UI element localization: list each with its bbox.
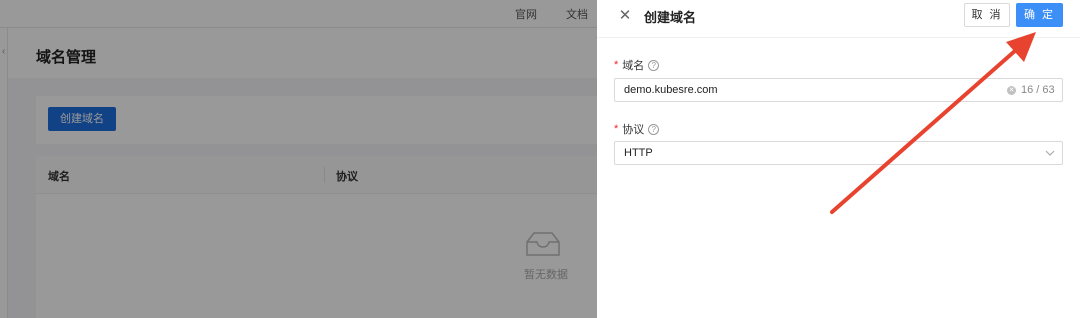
domain-input[interactable]: demo.kubesre.com ✕ 16 / 63	[614, 78, 1063, 102]
protocol-select-value: HTTP	[624, 147, 653, 159]
help-icon[interactable]: ?	[648, 59, 660, 71]
required-mark: *	[614, 123, 619, 135]
cancel-button[interactable]: 取 消	[964, 3, 1010, 27]
protocol-label-text: 协议	[622, 124, 645, 136]
clear-icon[interactable]: ✕	[1007, 86, 1016, 95]
create-domain-drawer: ✕ 创建域名 取 消 确 定 * 域名 ? demo.kubesre.com ✕…	[597, 0, 1080, 318]
domain-input-value: demo.kubesre.com	[624, 84, 718, 96]
close-icon[interactable]: ✕	[617, 8, 633, 24]
drawer-header: ✕ 创建域名 取 消 确 定	[597, 0, 1080, 38]
protocol-field-label: * 协议 ?	[614, 121, 660, 137]
confirm-button[interactable]: 确 定	[1016, 3, 1063, 27]
domain-field-label: * 域名 ?	[614, 57, 660, 73]
domain-label-text: 域名	[622, 60, 645, 72]
drawer-title: 创建域名	[644, 10, 697, 25]
chevron-down-icon	[1045, 150, 1055, 156]
char-counter: 16 / 63	[1021, 84, 1055, 96]
required-mark: *	[614, 59, 619, 71]
protocol-select[interactable]: HTTP	[614, 141, 1063, 165]
help-icon[interactable]: ?	[648, 123, 660, 135]
